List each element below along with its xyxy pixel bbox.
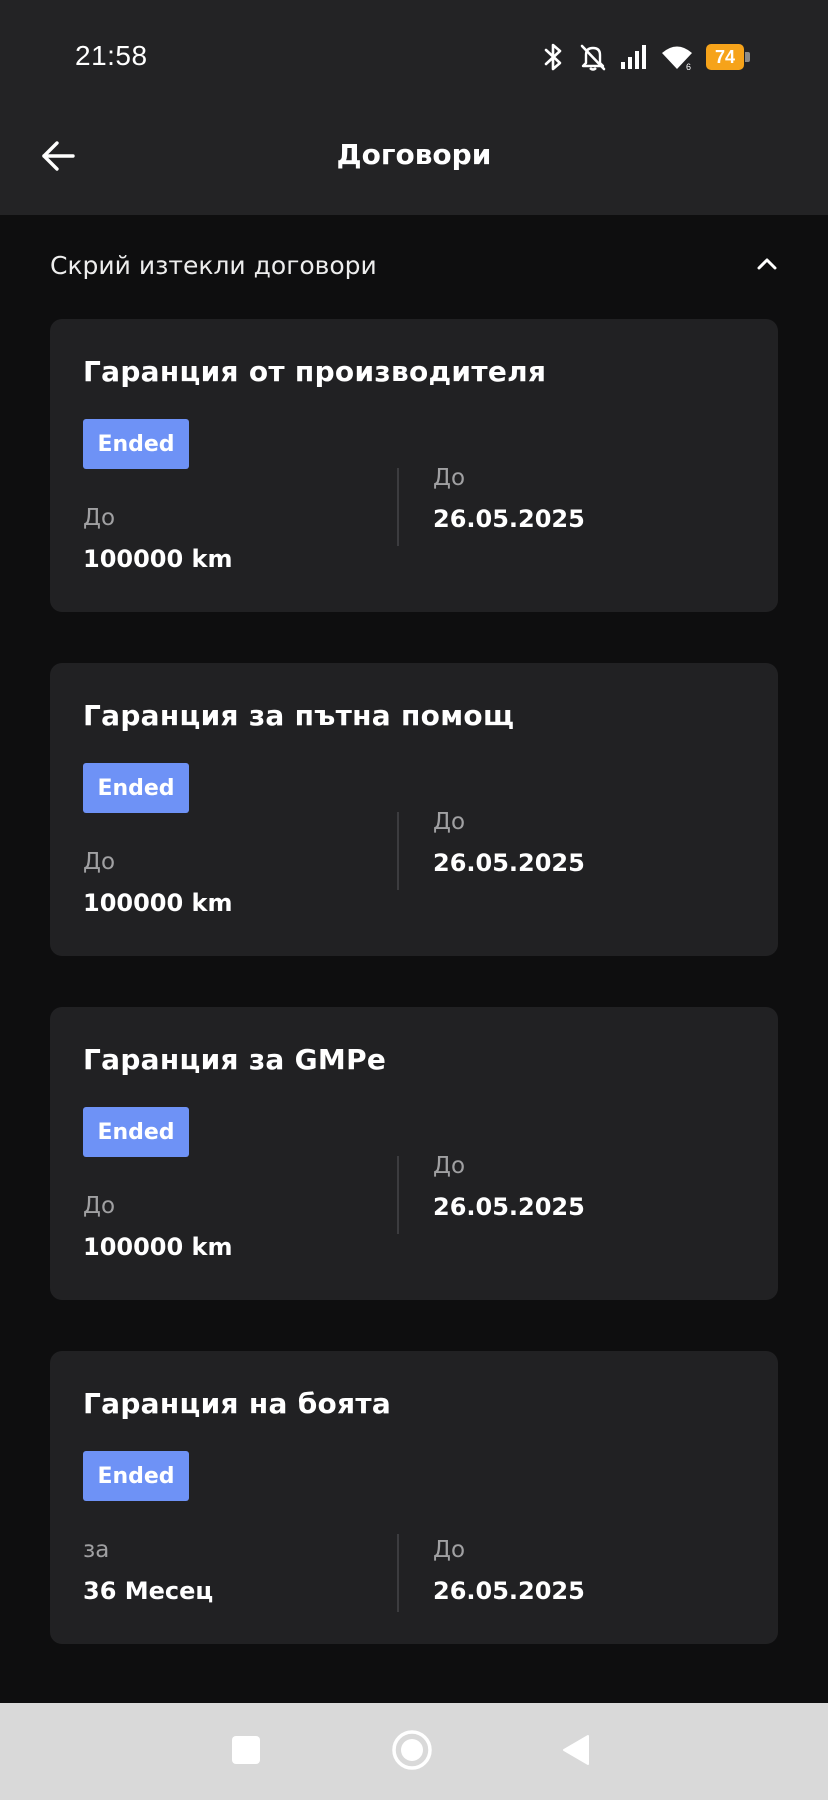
- contract-title: Гаранция на боята: [83, 1387, 392, 1420]
- contract-card[interactable]: Гаранция за GMPe Ended До 100000 km До 2…: [50, 1007, 778, 1300]
- system-nav-bar: [0, 1703, 828, 1800]
- back-triangle-icon: [561, 1733, 591, 1771]
- mileage-label: До: [83, 1193, 116, 1219]
- mileage-label: До: [83, 849, 116, 875]
- chevron-up-icon: [756, 256, 778, 275]
- field-divider: [397, 468, 399, 546]
- battery-tip: [745, 52, 750, 62]
- mileage-value: 100000 km: [83, 889, 233, 917]
- end-date-value: 26.05.2025: [433, 849, 585, 877]
- status-icons: 6 74: [542, 40, 750, 74]
- mileage-label: До: [83, 505, 116, 531]
- duration-field: за 36 Месец: [83, 1537, 213, 1605]
- status-bar: 21:58 6 74: [0, 0, 828, 110]
- end-date-field: До 26.05.2025: [433, 1153, 585, 1221]
- contract-card[interactable]: Гаранция на боята Ended за 36 Месец До 2…: [50, 1351, 778, 1644]
- contract-card[interactable]: Гаранция за пътна помощ Ended До 100000 …: [50, 663, 778, 956]
- end-date-label: До: [433, 1153, 466, 1179]
- duration-value: 36 Месец: [83, 1577, 214, 1605]
- contract-title: Гаранция за пътна помощ: [83, 699, 515, 732]
- battery-level: 74: [706, 44, 744, 70]
- page-title: Договори: [336, 138, 492, 171]
- end-date-field: До 26.05.2025: [433, 1537, 585, 1605]
- mileage-field: До 100000 km: [83, 505, 233, 573]
- contract-title: Гаранция от производителя: [83, 355, 547, 388]
- end-date-label: До: [433, 1537, 466, 1563]
- recents-square-icon: [231, 1735, 261, 1769]
- field-divider: [397, 1156, 399, 1234]
- duration-label: за: [83, 1537, 110, 1563]
- contract-title: Гаранция за GMPe: [83, 1043, 387, 1076]
- end-date-value: 26.05.2025: [433, 1577, 585, 1605]
- home-button[interactable]: [387, 1727, 437, 1777]
- end-date-field: До 26.05.2025: [433, 465, 585, 533]
- contracts-list: Скрий изтекли договори Гаранция от произ…: [0, 215, 828, 1703]
- status-time: 21:58: [75, 40, 148, 71]
- status-badge: Ended: [83, 419, 189, 469]
- svg-text:6: 6: [686, 62, 691, 71]
- status-badge: Ended: [83, 763, 189, 813]
- end-date-label: До: [433, 465, 466, 491]
- end-date-label: До: [433, 809, 466, 835]
- end-date-value: 26.05.2025: [433, 505, 585, 533]
- mileage-value: 100000 km: [83, 545, 233, 573]
- hide-expired-label: Скрий изтекли договори: [50, 250, 377, 280]
- signal-icon: [620, 44, 648, 70]
- end-date-field: До 26.05.2025: [433, 809, 585, 877]
- recents-button[interactable]: [221, 1727, 271, 1777]
- status-badge: Ended: [83, 1107, 189, 1157]
- field-divider: [397, 812, 399, 890]
- mileage-field: До 100000 km: [83, 1193, 233, 1261]
- app-bar: Договори: [0, 110, 828, 215]
- mileage-value: 100000 km: [83, 1233, 233, 1261]
- bell-muted-icon: [578, 42, 608, 72]
- bluetooth-icon: [542, 42, 566, 72]
- wifi-icon: 6: [660, 43, 694, 71]
- hide-expired-toggle[interactable]: Скрий изтекли договори: [50, 235, 778, 295]
- home-circle-icon: [391, 1729, 433, 1775]
- mileage-field: До 100000 km: [83, 849, 233, 917]
- contract-card[interactable]: Гаранция от производителя Ended До 10000…: [50, 319, 778, 612]
- back-nav-button[interactable]: [551, 1727, 601, 1777]
- field-divider: [397, 1534, 399, 1612]
- status-badge: Ended: [83, 1451, 189, 1501]
- end-date-value: 26.05.2025: [433, 1193, 585, 1221]
- battery-indicator: 74: [706, 44, 750, 70]
